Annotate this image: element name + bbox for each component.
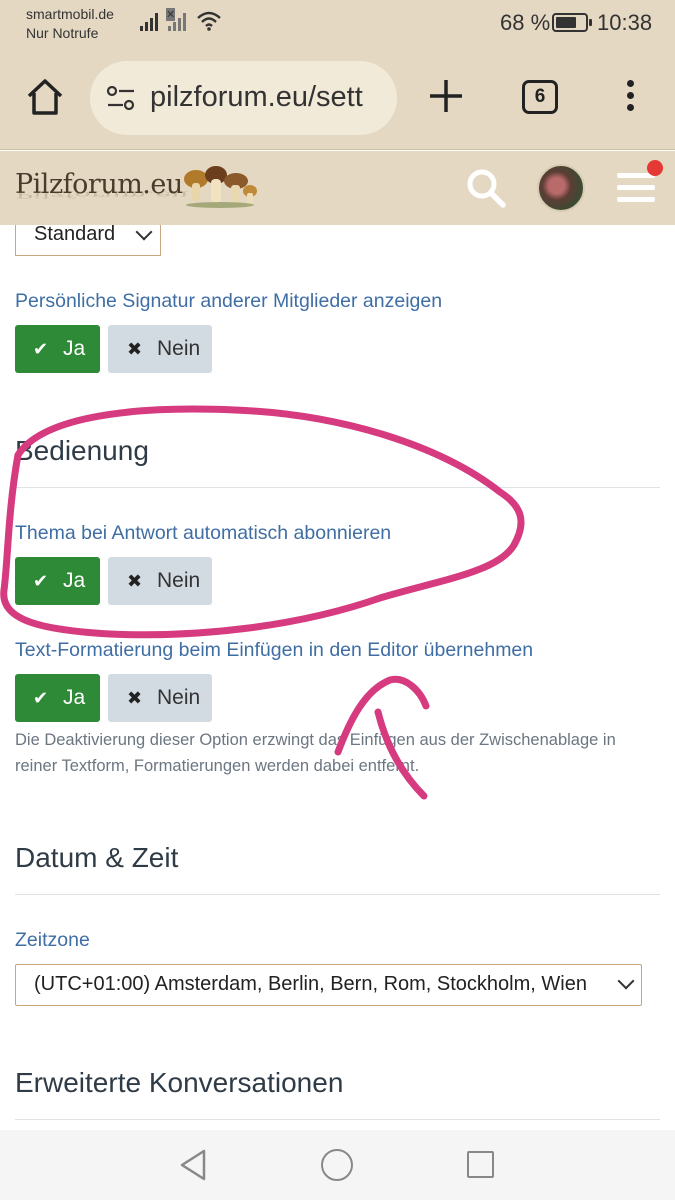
yes-label: Ja — [63, 337, 86, 360]
yes-label: Ja — [63, 569, 86, 592]
auto-subscribe-label: Thema bei Antwort automatisch abonnieren — [15, 522, 392, 544]
section-title-bedienung: Bedienung — [15, 435, 149, 466]
signature-yes-button[interactable]: ✔ Ja — [15, 325, 100, 373]
site-settings-icon[interactable] — [106, 86, 136, 110]
battery-percent: 68 % — [500, 10, 551, 35]
timezone-select-value: (UTC+01:00) Amsterdam, Berlin, Bern, Rom… — [34, 973, 587, 995]
divider — [15, 1119, 660, 1120]
section-title-conversations: Erweiterte Konversationen — [15, 1067, 344, 1098]
site-header: Pilzforum.eu Pilzforum.eu — [0, 151, 675, 225]
back-icon[interactable] — [178, 1148, 208, 1182]
url-text[interactable]: pilzforum.eu/sett — [150, 81, 363, 114]
signature-label: Persönliche Signatur anderer Mitglieder … — [15, 290, 443, 312]
check-icon: ✔ — [33, 338, 49, 359]
more-icon[interactable] — [620, 80, 640, 116]
browser-toolbar: pilzforum.eu/sett 6 — [0, 46, 675, 150]
carrier-info: smartmobil.de Nur Notrufe — [26, 5, 114, 43]
signal-icon — [140, 12, 158, 31]
notification-dot — [647, 160, 663, 176]
check-icon: ✔ — [33, 687, 49, 708]
status-bar: smartmobil.de Nur Notrufe ✕ 68 % 10:38 — [0, 0, 675, 46]
signature-no-button[interactable]: ✖ Nein — [108, 325, 212, 373]
recent-apps-icon[interactable] — [467, 1151, 494, 1178]
auto-subscribe-no-button[interactable]: ✖ Nein — [108, 557, 212, 605]
site-logo-reflection: Pilzforum.eu — [15, 189, 189, 200]
chevron-down-icon — [135, 225, 153, 241]
wifi-icon — [197, 11, 221, 31]
no-label: Nein — [157, 569, 201, 592]
mushroom-logo-icon — [184, 166, 257, 208]
tabs-icon[interactable]: 6 — [522, 80, 558, 114]
system-nav-bar — [0, 1130, 675, 1200]
battery-icon — [552, 13, 592, 32]
paste-formatting-label: Text-Formatierung beim Einfügen in den E… — [15, 639, 534, 661]
check-icon: ✔ — [33, 570, 49, 591]
style-select-value: Standard — [34, 225, 116, 245]
auto-subscribe-yes-button[interactable]: ✔ Ja — [15, 557, 100, 605]
timezone-select[interactable]: (UTC+01:00) Amsterdam, Berlin, Bern, Rom… — [15, 964, 642, 1006]
carrier-status: Nur Notrufe — [26, 25, 99, 41]
x-icon: ✖ — [127, 338, 143, 359]
carrier-name: smartmobil.de — [26, 6, 114, 22]
yes-label: Ja — [63, 686, 86, 709]
plus-icon[interactable] — [428, 78, 464, 114]
divider — [15, 894, 660, 895]
x-icon: ✖ — [127, 687, 143, 708]
address-bar[interactable]: pilzforum.eu/sett — [90, 61, 397, 135]
x-icon: ✖ — [127, 570, 143, 591]
style-select[interactable]: Standard — [15, 225, 161, 256]
clock: 10:38 — [597, 10, 653, 35]
avatar[interactable] — [537, 164, 585, 212]
no-label: Nein — [157, 337, 201, 360]
divider — [15, 487, 660, 488]
section-title-datetime: Datum & Zeit — [15, 842, 179, 873]
timezone-label: Zeitzone — [15, 929, 90, 951]
hamburger-icon[interactable] — [617, 173, 655, 203]
home-icon[interactable] — [24, 76, 66, 118]
settings-content: Standard Persönliche Signatur anderer Mi… — [0, 225, 675, 1130]
nav-home-icon[interactable] — [321, 1149, 353, 1181]
paste-formatting-yes-button[interactable]: ✔ Ja — [15, 674, 100, 722]
signal-no-service-icon: ✕ — [166, 8, 186, 31]
chevron-down-icon — [617, 972, 635, 990]
paste-formatting-no-button[interactable]: ✖ Nein — [108, 674, 212, 722]
no-label: Nein — [157, 686, 201, 709]
search-icon[interactable] — [465, 167, 507, 209]
paste-formatting-hint: Die Deaktivierung dieser Option erzwingt… — [15, 731, 616, 775]
